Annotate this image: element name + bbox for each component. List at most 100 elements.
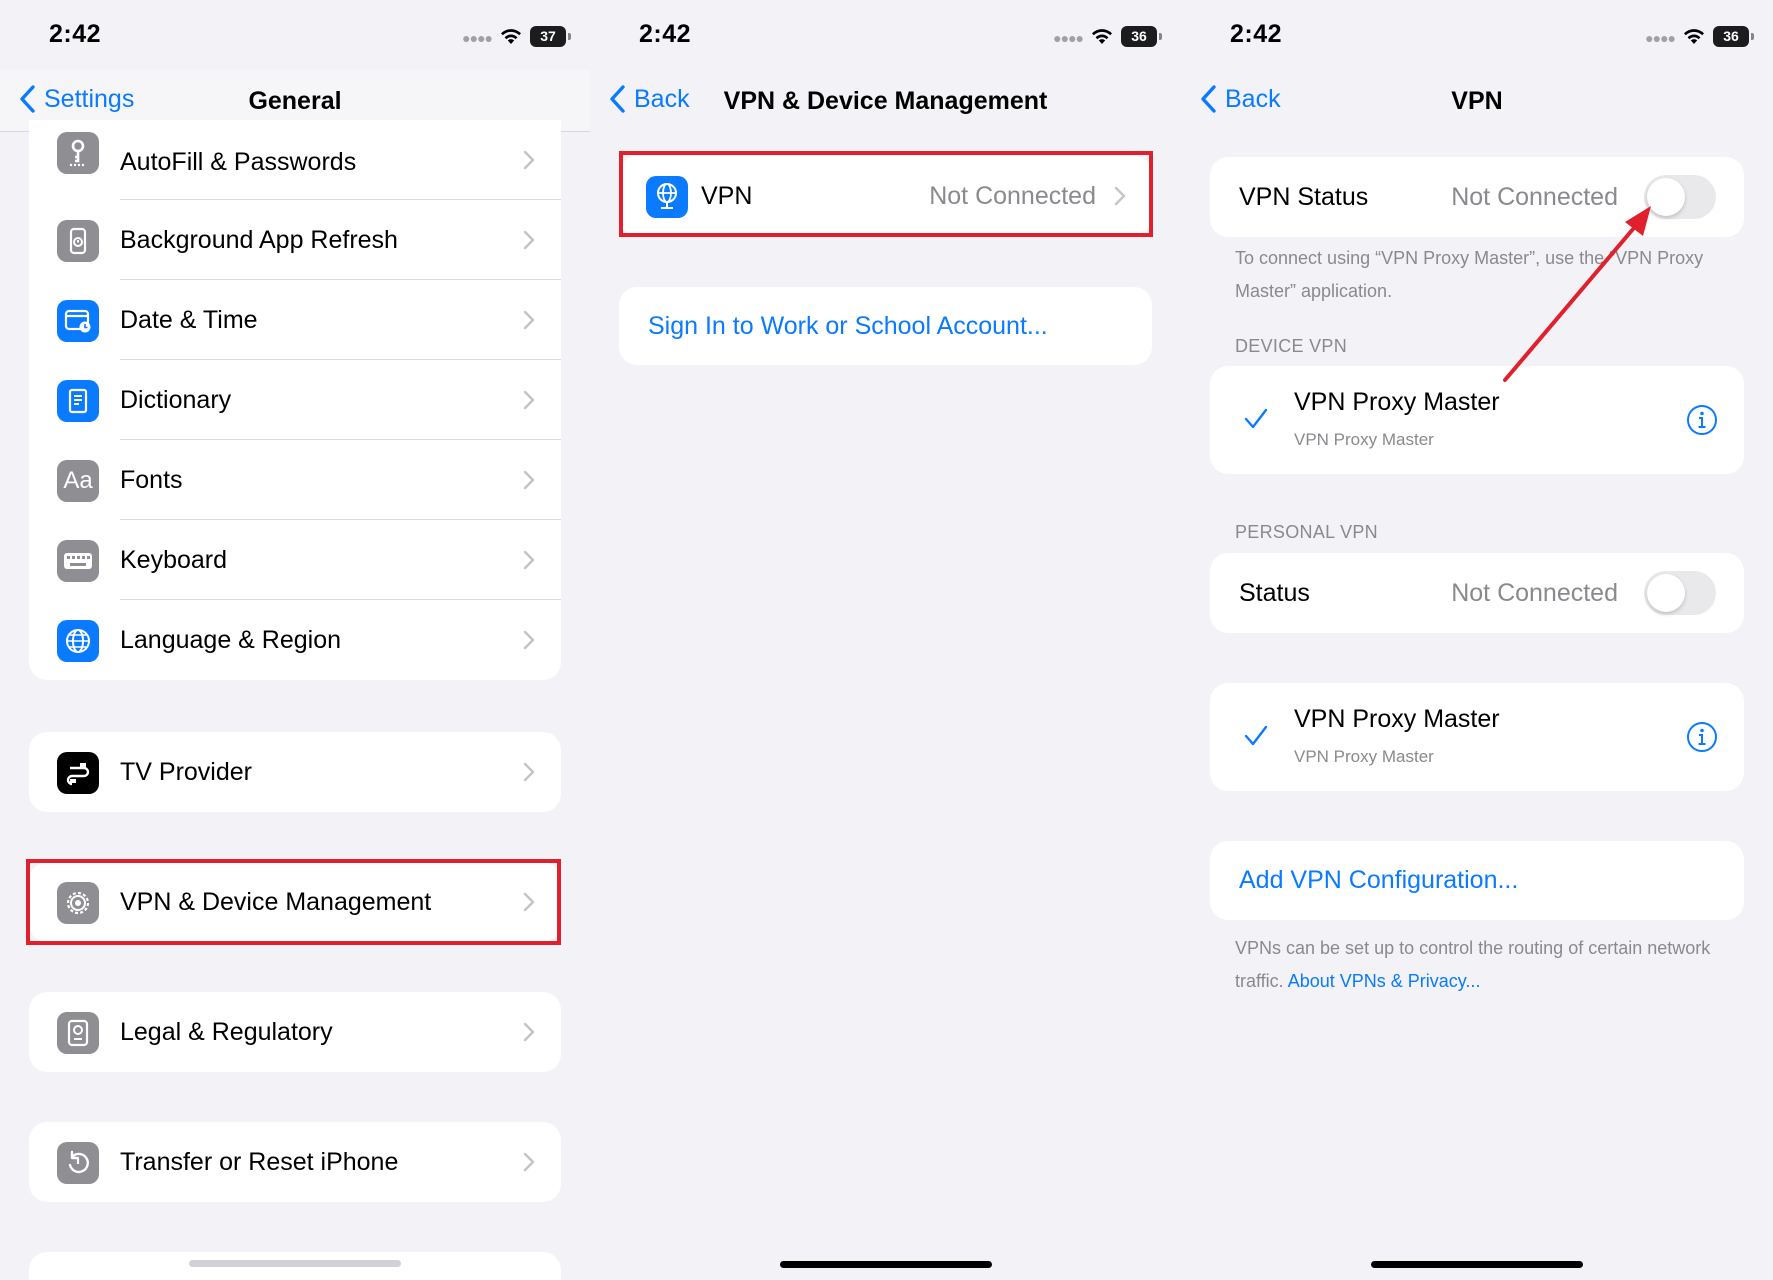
vpn-status-caption: To connect using “VPN Proxy Master”, use… xyxy=(1235,248,1704,301)
battery-icon: 36 xyxy=(1713,25,1754,47)
personal-status-value: Not Connected xyxy=(1451,578,1618,607)
add-config-group: Add VPN Configuration... xyxy=(1210,841,1744,920)
chevron-right-icon xyxy=(523,630,535,650)
info-icon[interactable] xyxy=(1686,721,1718,753)
add-config-label: Add VPN Configuration... xyxy=(1239,866,1519,894)
status-icons: ●●●● 36 xyxy=(1645,24,1754,48)
row-vpn-status: VPN Status Not Connected xyxy=(1210,157,1744,237)
chevron-right-icon xyxy=(523,150,535,170)
row-label: Background App Refresh xyxy=(120,225,398,254)
device-vpn-header: DEVICE VPN xyxy=(1235,336,1348,356)
row-transfer-reset-iphone[interactable]: Transfer or Reset iPhone xyxy=(29,1122,561,1202)
about-vpns-privacy-link[interactable]: About VPNs & Privacy... xyxy=(1288,971,1481,991)
tv-provider-icon xyxy=(57,752,99,794)
row-keyboard[interactable]: Keyboard xyxy=(29,520,561,600)
home-indicator xyxy=(779,1261,992,1268)
sign-in-work-school-link[interactable]: Sign In to Work or School Account... xyxy=(619,287,1152,365)
row-autofill-passwords[interactable]: AutoFill & Passwords xyxy=(29,120,561,200)
device-vpn-subtitle: VPN Proxy Master xyxy=(1294,430,1434,449)
row-label: Date & Time xyxy=(120,305,258,334)
settings-group-next xyxy=(29,1252,561,1280)
calendar-clock-icon xyxy=(57,300,99,342)
row-label: Keyboard xyxy=(120,545,228,574)
row-personal-status: Status Not Connected xyxy=(1210,553,1744,633)
settings-group-reset: Transfer or Reset iPhone xyxy=(29,1122,561,1202)
chevron-right-icon xyxy=(523,230,535,250)
personal-vpn-group: VPN Proxy Master VPN Proxy Master xyxy=(1210,683,1744,791)
row-fonts[interactable]: Aa Fonts xyxy=(29,440,561,520)
personal-status-label: Status xyxy=(1239,578,1310,607)
checkmark-icon xyxy=(1244,408,1268,429)
battery-icon: 36 xyxy=(1121,25,1162,47)
personal-status-group: Status Not Connected xyxy=(1210,553,1744,633)
row-label: Legal & Regulatory xyxy=(120,1017,333,1046)
cellular-signal-icon: ●●●● xyxy=(1645,30,1676,46)
personal-vpn-name: VPN Proxy Master xyxy=(1294,705,1500,733)
wifi-icon xyxy=(501,29,521,44)
sign-in-group: Sign In to Work or School Account... xyxy=(619,287,1152,365)
vpn-footer: VPNs can be set up to control the routin… xyxy=(1235,932,1733,998)
vpn-status-group: VPN Status Not Connected xyxy=(1210,157,1744,237)
vpn-device-management-screen: 2:42 ●●●● 36 Back VPN & Device Managemen… xyxy=(590,0,1181,1280)
row-personal-vpn-proxy-master[interactable]: VPN Proxy Master VPN Proxy Master xyxy=(1210,683,1744,791)
highlight-box-vpn-device-management xyxy=(26,859,561,945)
settings-group-general: AutoFill & Passwords Background App Refr… xyxy=(29,120,561,680)
chevron-right-icon xyxy=(523,1022,535,1042)
row-label: Transfer or Reset iPhone xyxy=(120,1147,399,1176)
globe-icon xyxy=(57,620,99,662)
personal-status-toggle[interactable] xyxy=(1644,571,1716,615)
reset-icon xyxy=(57,1142,99,1184)
row-date-time[interactable]: Date & Time xyxy=(29,280,561,360)
device-vpn-group: VPN Proxy Master VPN Proxy Master xyxy=(1210,366,1744,474)
row-label: AutoFill & Passwords xyxy=(120,148,357,176)
device-vpn-name: VPN Proxy Master xyxy=(1294,388,1500,416)
home-indicator xyxy=(1371,1261,1583,1268)
row-language-region[interactable]: Language & Region xyxy=(29,600,561,680)
row-label: TV Provider xyxy=(120,757,252,786)
settings-group-legal: Legal & Regulatory xyxy=(29,992,561,1072)
chevron-right-icon xyxy=(523,390,535,410)
wifi-icon xyxy=(1684,29,1704,44)
status-icons: ●●●● 37 xyxy=(462,24,571,48)
chevron-right-icon xyxy=(523,1152,535,1172)
row-label: Fonts xyxy=(120,465,183,494)
vpn-status-label: VPN Status xyxy=(1239,182,1369,211)
page-title: General xyxy=(248,87,342,115)
general-settings-screen: 2:42 ●●●● 37 Settings General AutoFill &… xyxy=(0,0,590,1280)
personal-vpn-header: PERSONAL VPN xyxy=(1235,522,1378,542)
status-time: 2:42 xyxy=(639,20,692,48)
status-time: 2:42 xyxy=(49,20,102,48)
legal-badge-icon xyxy=(57,1012,99,1054)
book-icon xyxy=(57,380,99,422)
status-time: 2:42 xyxy=(1230,20,1283,48)
vpn-status-toggle[interactable] xyxy=(1644,175,1716,219)
chevron-right-icon xyxy=(523,762,535,782)
row-dictionary[interactable]: Dictionary xyxy=(29,360,561,440)
settings-group-tv: TV Provider xyxy=(29,732,561,812)
cellular-signal-icon: ●●●● xyxy=(462,30,493,46)
page-title: VPN xyxy=(1451,87,1503,115)
refresh-timer-icon xyxy=(57,220,99,262)
key-icon xyxy=(57,132,99,174)
row-device-vpn-proxy-master[interactable]: VPN Proxy Master VPN Proxy Master xyxy=(1210,366,1744,474)
row-legal-regulatory[interactable]: Legal & Regulatory xyxy=(29,992,561,1072)
chevron-right-icon xyxy=(523,470,535,490)
nav-bar: Back VPN xyxy=(1181,70,1773,132)
status-icons: ●●●● 36 xyxy=(1053,24,1162,48)
highlight-box-vpn xyxy=(619,151,1153,237)
vpn-status-value: Not Connected xyxy=(1451,182,1618,211)
personal-vpn-subtitle: VPN Proxy Master xyxy=(1294,747,1434,766)
row-background-app-refresh[interactable]: Background App Refresh xyxy=(29,200,561,280)
page-title: VPN & Device Management xyxy=(723,87,1048,115)
keyboard-icon xyxy=(57,540,99,582)
row-tv-provider[interactable]: TV Provider xyxy=(29,732,561,812)
nav-bar: Back VPN & Device Management xyxy=(590,70,1181,132)
add-vpn-configuration-button[interactable]: Add VPN Configuration... xyxy=(1210,841,1744,920)
battery-icon: 37 xyxy=(530,25,571,47)
wifi-icon xyxy=(1092,29,1112,44)
chevron-right-icon xyxy=(523,550,535,570)
status-bar: 2:42 ●●●● 36 xyxy=(1181,0,1773,70)
row-label: Dictionary xyxy=(120,385,232,414)
info-icon[interactable] xyxy=(1686,404,1718,436)
fonts-icon: Aa xyxy=(57,460,99,502)
